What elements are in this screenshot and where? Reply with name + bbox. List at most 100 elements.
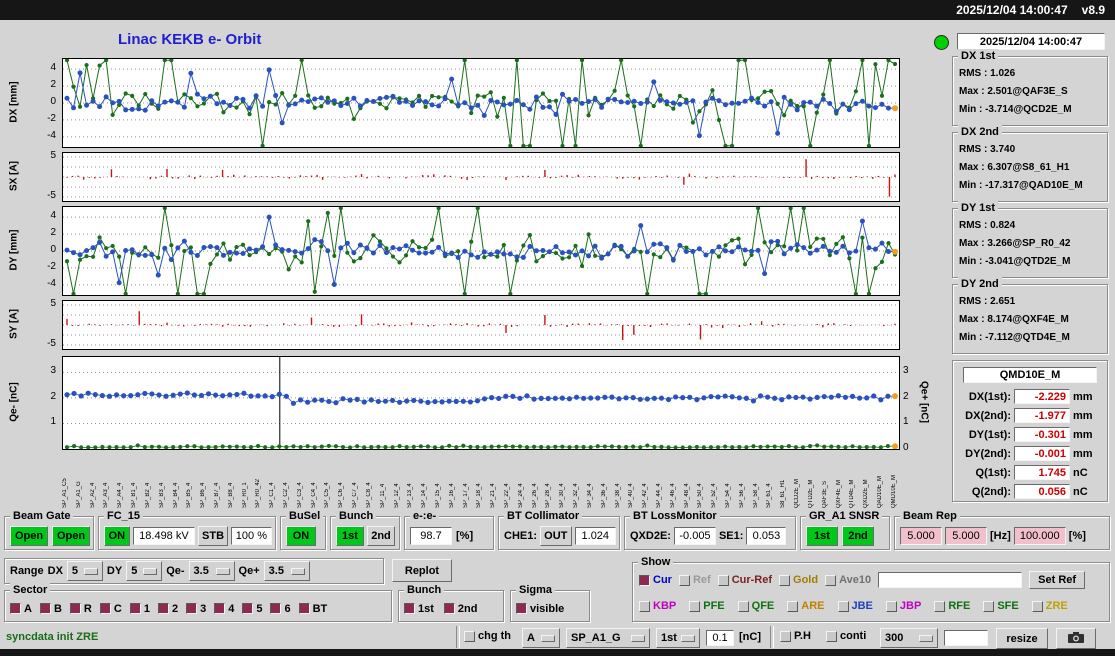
threshold-input[interactable]: 0.1 (706, 630, 734, 646)
sector-checkbox-5[interactable] (242, 603, 254, 614)
bunch-2nd-button[interactable]: 2nd (367, 525, 395, 546)
sector-checkbox-4[interactable] (214, 603, 226, 614)
show-toggle-rfe[interactable]: RFE (934, 600, 970, 612)
bpm-label: SP_22_4 (504, 483, 510, 508)
sector-item-a[interactable]: A (10, 603, 32, 615)
conti-checkbox-box[interactable] (826, 630, 837, 642)
gr-a1-2nd-button[interactable]: 2nd (842, 525, 874, 546)
sector-checkbox-b[interactable] (39, 603, 51, 614)
bpm-label: SP_R0_1 (241, 482, 248, 508)
show-toggle-ref[interactable]: Ref (678, 574, 711, 586)
che1-out-button[interactable]: OUT (540, 525, 572, 546)
fc15-on-button[interactable]: ON (104, 525, 130, 546)
sector-item-4[interactable]: 4 (214, 603, 234, 615)
gr-a1-1st-button[interactable]: 1st (806, 525, 838, 546)
sector-checkbox-2[interactable] (157, 603, 169, 614)
mode-dropdown[interactable]: A (522, 628, 560, 648)
bpm-label: SP_A3_4 (103, 482, 110, 508)
spare-input[interactable] (944, 630, 988, 646)
range-title: Range (10, 565, 44, 577)
beam-gate-open1-button[interactable]: Open (10, 525, 48, 546)
show-toggle-pfe[interactable]: PFE (689, 600, 725, 612)
dropdown-indicator (681, 634, 695, 642)
show-toggle-jbe[interactable]: JBE (837, 600, 873, 612)
bpm-label: QTD2E_M (807, 479, 814, 508)
show-toggle-zre[interactable]: ZRE (1031, 600, 1068, 612)
sector-checkbox-6[interactable] (270, 603, 282, 614)
show-checkbox-jbp[interactable] (885, 600, 897, 612)
sector-item-bt[interactable]: BT (298, 603, 327, 615)
show-checkbox-ref[interactable] (678, 574, 690, 586)
sector-checkbox-a[interactable] (10, 603, 21, 614)
show-checkbox-qfe[interactable] (737, 600, 749, 612)
show-toggle-kbp[interactable]: KBP (639, 600, 676, 612)
sector-item-1[interactable]: 1 (129, 603, 150, 615)
bunch-select-checkbox-1st[interactable] (404, 603, 415, 614)
chg-th-checkbox-box[interactable] (464, 630, 475, 642)
show-checkbox-rfe[interactable] (934, 600, 946, 612)
set-ref-button[interactable]: Set Ref (1029, 571, 1086, 589)
bunch-dropdown[interactable]: 1st (656, 628, 700, 648)
qmd-row-label: Q(2nd): (971, 485, 1011, 498)
sector-item-2[interactable]: 2 (157, 603, 178, 615)
device-dropdown[interactable]: SP_A1_G (566, 628, 650, 648)
show-checkbox-cur[interactable] (639, 574, 650, 586)
bunch-select-item-2nd[interactable]: 2nd (443, 603, 477, 615)
titlebar: 2025/12/04 14:00:47 v8.9 (0, 0, 1115, 20)
replot-button[interactable]: Replot (392, 559, 452, 582)
conti-checkbox[interactable]: conti (826, 630, 866, 642)
sector-item-3[interactable]: 3 (186, 603, 206, 615)
sector-checkbox-c[interactable] (99, 603, 111, 614)
show-checkbox-gold[interactable] (779, 574, 791, 586)
status-indicator (934, 35, 949, 50)
sigma-item-visible[interactable]: visible (516, 603, 564, 615)
screenshot-button[interactable] (1056, 628, 1096, 649)
busel-on-button[interactable]: ON (286, 525, 316, 546)
sector-checkbox-bt[interactable] (298, 603, 310, 614)
resize-button[interactable]: resize (996, 628, 1048, 649)
sigma-checkbox-visible[interactable] (516, 603, 527, 614)
se1-value: 0.053 (746, 526, 787, 545)
bunch-1st-button[interactable]: 1st (336, 525, 364, 546)
sector-item-5[interactable]: 5 (242, 603, 262, 615)
show-toggle-ave10[interactable]: Ave10 (825, 574, 871, 586)
beam-gate-open2-button[interactable]: Open (52, 525, 90, 546)
show-checkbox-kbp[interactable] (639, 600, 650, 612)
show-toggle-cur-ref[interactable]: Cur-Ref (717, 574, 772, 586)
show-toggle-cur[interactable]: Cur (639, 574, 672, 586)
show-checkbox-zre[interactable] (1031, 600, 1043, 612)
bpm-label: SP_58_4 (752, 483, 759, 508)
fc15-stb-button[interactable]: STB (198, 525, 228, 546)
range-dx-dropdown[interactable]: 5 (66, 561, 103, 581)
sector-checkbox-r[interactable] (69, 603, 81, 614)
range-dy-dropdown[interactable]: 5 (126, 561, 163, 581)
bunch-select-item-1st[interactable]: 1st (404, 603, 434, 615)
show-toggle-qfe[interactable]: QFE (737, 600, 774, 612)
show-toggle-gold[interactable]: Gold (779, 574, 818, 586)
ph-checkbox-box[interactable] (780, 630, 791, 642)
range-qep-dropdown[interactable]: 3.5 (263, 561, 310, 581)
show-checkbox-are[interactable] (787, 600, 799, 612)
range-qem-dropdown[interactable]: 3.5 (188, 561, 235, 581)
show-checkbox-cur-ref[interactable] (717, 574, 729, 586)
show-checkbox-jbe[interactable] (837, 600, 849, 612)
chg-th-checkbox[interactable]: chg th (464, 630, 511, 642)
camera-icon (1067, 631, 1085, 647)
show-toggle-are[interactable]: ARE (787, 600, 825, 612)
show-toggle-jbp[interactable]: JBP (885, 600, 921, 612)
ph-checkbox[interactable]: P.H (780, 630, 811, 642)
points-dropdown[interactable]: 300 (880, 628, 938, 648)
sector-item-r[interactable]: R (69, 603, 92, 615)
show-checkbox-ave10[interactable] (825, 574, 837, 586)
bt-collimator-group: BT Collimator CHE1: OUT 1.024 (498, 509, 620, 550)
sector-item-c[interactable]: C (99, 603, 122, 615)
ref-name-input[interactable] (878, 572, 1023, 588)
sector-checkbox-1[interactable] (129, 603, 141, 614)
show-checkbox-pfe[interactable] (689, 600, 701, 612)
bunch-select-checkbox-2nd[interactable] (443, 603, 455, 614)
sector-checkbox-3[interactable] (186, 603, 198, 614)
sector-item-b[interactable]: B (39, 603, 62, 615)
sector-item-6[interactable]: 6 (270, 603, 291, 615)
show-checkbox-sfe[interactable] (983, 600, 995, 612)
show-toggle-sfe[interactable]: SFE (983, 600, 1019, 612)
